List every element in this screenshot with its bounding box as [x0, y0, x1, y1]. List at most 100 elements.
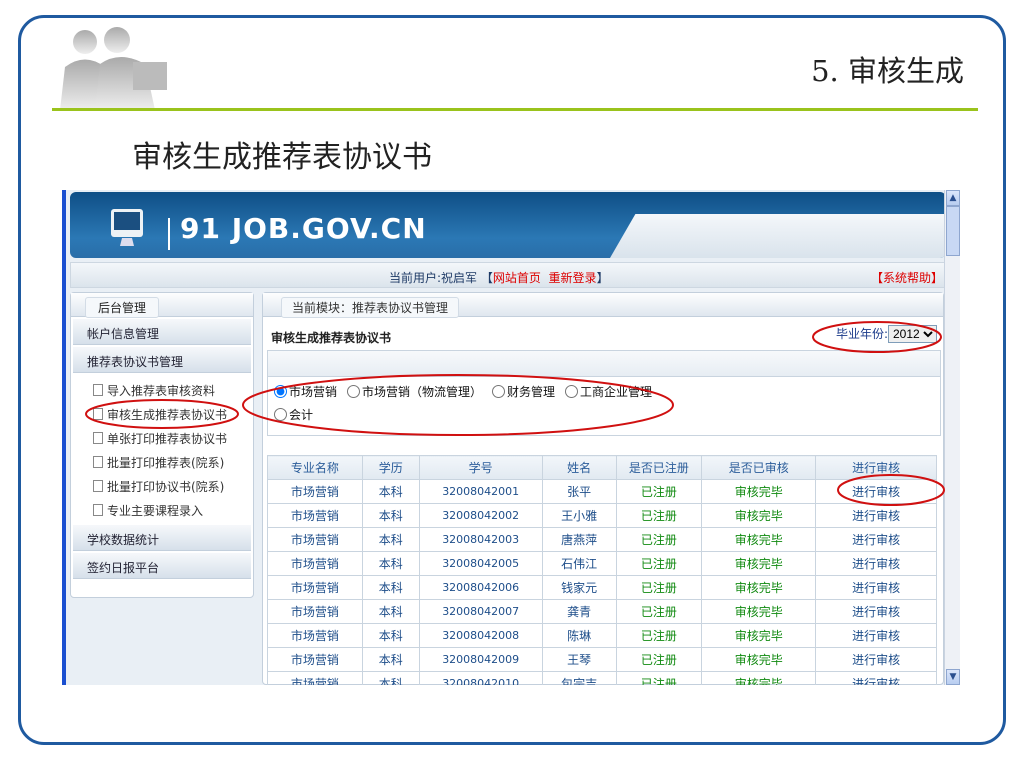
student-id-cell: 32008042007 — [418, 599, 543, 624]
current-user: 当前用户:祝启军 — [389, 271, 478, 285]
sidebar-top[interactable]: 后台管理 — [85, 297, 160, 318]
help-link[interactable]: 【系统帮助】 — [871, 269, 943, 286]
registered-cell: 已注册 — [615, 527, 703, 552]
sidebar-section[interactable]: 签约日报平台 — [73, 553, 251, 579]
degree-cell: 本科 — [361, 599, 420, 624]
main-panel: 当前模块：推荐表协议书管理 审核生成推荐表协议书 毕业年份: 2012 市场营销市… — [262, 292, 944, 685]
sidebar-item[interactable]: 批量打印推荐表(院系) — [71, 449, 253, 473]
sidebar-item[interactable]: 导入推荐表审核资料 — [71, 377, 253, 401]
sidebar-section[interactable]: 推荐表协议书管理 — [73, 347, 251, 373]
review-link[interactable]: 进行审核 — [815, 479, 937, 504]
name-cell: 王琴 — [541, 647, 617, 672]
table-row: 市场营销 本科 32008042008 陈琳 已注册 审核完毕 进行审核 — [267, 623, 937, 648]
name-cell: 石伟江 — [541, 551, 617, 576]
student-id-cell: 32008042010 — [418, 671, 543, 685]
student-id-cell: 32008042008 — [418, 623, 543, 648]
name-cell: 龚青 — [541, 599, 617, 624]
reviewed-cell: 审核完毕 — [701, 623, 817, 648]
review-link[interactable]: 进行审核 — [815, 527, 937, 552]
major-cell: 市场营销 — [267, 527, 363, 552]
major-cell: 市场营销 — [267, 503, 363, 528]
reviewed-cell: 审核完毕 — [701, 647, 817, 672]
name-cell: 王小雅 — [541, 503, 617, 528]
table-row: 市场营销 本科 32008042003 唐燕萍 已注册 审核完毕 进行审核 — [267, 527, 937, 552]
sidebar-item-active[interactable]: 审核生成推荐表协议书 — [71, 401, 253, 425]
registered-cell: 已注册 — [615, 551, 703, 576]
registered-cell: 已注册 — [615, 479, 703, 504]
name-cell: 唐燕萍 — [541, 527, 617, 552]
registered-cell: 已注册 — [615, 623, 703, 648]
column-header: 学号 — [418, 455, 543, 480]
toolbar: 当前用户:祝启军 【网站首页 重新登录】 【系统帮助】 — [70, 262, 946, 288]
degree-cell: 本科 — [361, 575, 420, 600]
registered-cell: 已注册 — [615, 671, 703, 685]
reviewed-cell: 审核完毕 — [701, 599, 817, 624]
home-link[interactable]: 网站首页 — [493, 271, 541, 285]
students-table: 专业名称 学历 学号 姓名 是否已注册 是否已审核 进行审核 市场营销 本科 3200804200… — [267, 455, 937, 685]
name-cell: 包宗吉 — [541, 671, 617, 685]
major-radio[interactable]: 市场营销 — [274, 383, 337, 400]
column-header: 姓名 — [541, 455, 617, 480]
major-radio[interactable]: 会计 — [274, 406, 313, 423]
sidebar-section[interactable]: 学校数据统计 — [73, 525, 251, 551]
review-link[interactable]: 进行审核 — [815, 671, 937, 685]
monitor-icon — [111, 209, 143, 246]
column-header: 进行审核 — [815, 455, 937, 480]
table-row: 市场营销 本科 32008042006 钱家元 已注册 审核完毕 进行审核 — [267, 575, 937, 600]
bracket: 】 — [596, 271, 609, 285]
degree-cell: 本科 — [361, 479, 420, 504]
student-id-cell: 32008042006 — [418, 575, 543, 600]
review-link[interactable]: 进行审核 — [815, 623, 937, 648]
student-id-cell: 32008042005 — [418, 551, 543, 576]
degree-cell: 本科 — [361, 647, 420, 672]
panel-title: 审核生成推荐表协议书 — [271, 331, 392, 345]
column-header: 专业名称 — [267, 455, 363, 480]
major-radio[interactable]: 财务管理 — [492, 383, 555, 400]
review-link[interactable]: 进行审核 — [815, 599, 937, 624]
registered-cell: 已注册 — [615, 647, 703, 672]
table-row: 市场营销 本科 32008042007 龚青 已注册 审核完毕 进行审核 — [267, 599, 937, 624]
name-cell: 钱家元 — [541, 575, 617, 600]
name-cell: 张平 — [541, 479, 617, 504]
sidebar-item[interactable]: 专业主要课程录入 — [71, 497, 253, 521]
business-people-icon — [60, 27, 167, 110]
reviewed-cell: 审核完毕 — [701, 503, 817, 528]
major-radio[interactable]: 工商企业管理 — [565, 383, 652, 400]
degree-cell: 本科 — [361, 527, 420, 552]
name-cell: 陈琳 — [541, 623, 617, 648]
review-link[interactable]: 进行审核 — [815, 503, 937, 528]
major-cell: 市场营销 — [267, 623, 363, 648]
major-cell: 市场营销 — [267, 575, 363, 600]
sidebar-section[interactable]: 帐户信息管理 — [73, 319, 251, 345]
relogin-link[interactable]: 重新登录 — [549, 271, 597, 285]
sidebar-item[interactable]: 单张打印推荐表协议书 — [71, 425, 253, 449]
registered-cell: 已注册 — [615, 575, 703, 600]
sidebar: 后台管理 帐户信息管理 推荐表协议书管理 导入推荐表审核资料 审核生成推荐表协议… — [70, 292, 254, 598]
table-row: 市场营销 本科 32008042009 王琴 已注册 审核完毕 进行审核 — [267, 647, 937, 672]
degree-cell: 本科 — [361, 671, 420, 685]
review-link[interactable]: 进行审核 — [815, 551, 937, 576]
column-header: 是否已注册 — [615, 455, 703, 480]
column-header: 是否已审核 — [701, 455, 817, 480]
major-cell: 市场营销 — [267, 647, 363, 672]
student-id-cell: 32008042002 — [418, 503, 543, 528]
major-radio[interactable]: 市场营销（物流管理） — [347, 383, 482, 400]
major-cell: 市场营销 — [267, 551, 363, 576]
degree-cell: 本科 — [361, 551, 420, 576]
review-link[interactable]: 进行审核 — [815, 647, 937, 672]
table-row: 市场营销 本科 32008042005 石伟江 已注册 审核完毕 进行审核 — [267, 551, 937, 576]
column-header: 学历 — [361, 455, 420, 480]
slide-title: 5. 审核生成 — [811, 54, 964, 88]
bracket: 【 — [480, 271, 493, 285]
sidebar-item[interactable]: 批量打印协议书(院系) — [71, 473, 253, 497]
review-link[interactable]: 进行审核 — [815, 575, 937, 600]
site-logo: 91 JOB.GOV.CN — [180, 212, 427, 245]
scrollbar[interactable]: ▲ ▼ — [944, 190, 960, 685]
reviewed-cell: 审核完毕 — [701, 575, 817, 600]
major-radio-group: 市场营销 市场营销（物流管理） 财务管理 工商企业管理 会计 — [267, 350, 941, 436]
registered-cell: 已注册 — [615, 599, 703, 624]
divider — [52, 108, 978, 111]
year-select[interactable]: 2012 — [888, 325, 937, 343]
year-label: 毕业年份: — [835, 327, 888, 341]
table-row: 市场营销 本科 32008042002 王小雅 已注册 审核完毕 进行审核 — [267, 503, 937, 528]
